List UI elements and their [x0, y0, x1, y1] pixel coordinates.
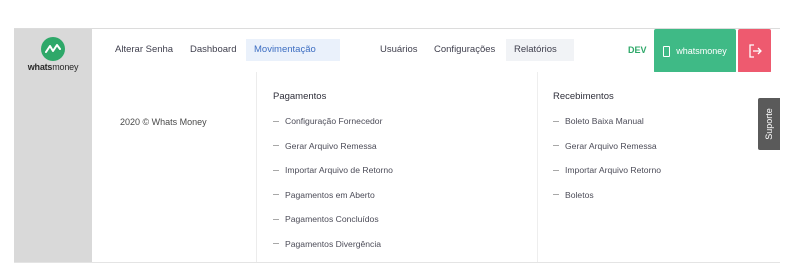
support-tab[interactable]: Suporte	[758, 98, 780, 150]
menu-item-label: Configuração Fornecedor	[285, 116, 383, 126]
copyright-text: 2020 © Whats Money	[120, 117, 207, 127]
dash-icon	[273, 194, 279, 195]
top-navigation-bar: Alterar Senha Dashboard Movimentação Usu…	[92, 29, 780, 73]
menu-item-configuracao-fornecedor[interactable]: Configuração Fornecedor	[273, 115, 393, 127]
phone-icon	[663, 45, 671, 57]
logout-icon	[749, 44, 762, 58]
nav-item-dashboard[interactable]: Dashboard	[182, 39, 244, 61]
whatsmoney-logo-icon	[41, 37, 65, 61]
sidebar: whatsmoney	[14, 29, 92, 262]
menu-item-label: Pagamentos Concluídos	[285, 214, 379, 224]
menu-item-label: Boleto Baixa Manual	[565, 116, 644, 126]
dash-icon	[273, 218, 279, 220]
menu-item-importar-arquivo-de-retorno[interactable]: Importar Arquivo de Retorno	[273, 164, 393, 176]
menu-item-label: Pagamentos em Aberto	[285, 189, 375, 200]
dash-icon	[553, 194, 559, 195]
menu-item-pagamentos-em-aberto[interactable]: Pagamentos em Aberto	[273, 189, 393, 201]
nav-item-usuarios[interactable]: Usuários	[372, 39, 426, 61]
menu-item-pagamentos-divergencia[interactable]: Pagamentos Divergência	[273, 238, 393, 250]
movimentacao-dropdown-menu: Pagamentos Configuração Fornecedor Gerar…	[256, 72, 781, 262]
whatsmoney-button[interactable]: whatsmoney	[654, 29, 736, 73]
recebimentos-column: Recebimentos Boleto Baixa Manual Gerar A…	[553, 90, 661, 213]
frame-bottom-border	[14, 262, 780, 263]
recebimentos-heading: Recebimentos	[553, 91, 614, 102]
pagamentos-column: Pagamentos Configuração Fornecedor Gerar…	[273, 90, 393, 262]
support-tab-label: Suporte	[764, 108, 774, 140]
menu-item-label: Importar Arquivo de Retorno	[285, 165, 393, 175]
dash-icon	[273, 169, 279, 171]
menu-item-label: Gerar Arquivo Remessa	[565, 140, 657, 151]
nav-item-configuracoes[interactable]: Configurações	[426, 39, 503, 61]
menu-item-boleto-baixa-manual[interactable]: Boleto Baixa Manual	[553, 115, 661, 127]
whatsmoney-button-label: whatsmoney	[676, 46, 727, 56]
menu-item-boletos[interactable]: Boletos	[553, 189, 661, 201]
dash-icon	[273, 145, 279, 146]
menu-item-label: Pagamentos Divergência	[285, 238, 382, 249]
dash-icon	[273, 120, 279, 122]
nav-item-alterar-senha[interactable]: Alterar Senha	[107, 39, 181, 61]
dash-icon	[553, 120, 559, 122]
menu-item-gerar-arquivo-remessa[interactable]: Gerar Arquivo Remessa	[273, 140, 393, 152]
brand-logo-text-bold: whats	[27, 62, 53, 72]
logout-button[interactable]	[738, 29, 771, 73]
dash-icon	[553, 145, 559, 146]
dropdown-divider	[537, 72, 538, 262]
environment-badge: DEV	[628, 45, 647, 55]
dash-icon	[553, 169, 559, 171]
menu-item-label: Gerar Arquivo Remessa	[285, 140, 377, 151]
menu-item-label: Importar Arquivo Retorno	[565, 165, 662, 175]
menu-item-pagamentos-concluidos[interactable]: Pagamentos Concluídos	[273, 213, 393, 225]
nav-item-relatorios[interactable]: Relatórios	[506, 39, 574, 61]
dash-icon	[273, 243, 279, 244]
menu-item-label: Boletos	[565, 189, 594, 200]
brand-logo-text-light: money	[52, 62, 79, 72]
nav-item-movimentacao[interactable]: Movimentação	[246, 39, 340, 61]
pagamentos-heading: Pagamentos	[273, 91, 327, 102]
brand-logo[interactable]: whatsmoney	[14, 37, 92, 72]
brand-logo-text: whatsmoney	[14, 62, 92, 72]
menu-item-gerar-arquivo-remessa-recebimentos[interactable]: Gerar Arquivo Remessa	[553, 140, 661, 152]
menu-item-importar-arquivo-retorno[interactable]: Importar Arquivo Retorno	[553, 164, 661, 176]
